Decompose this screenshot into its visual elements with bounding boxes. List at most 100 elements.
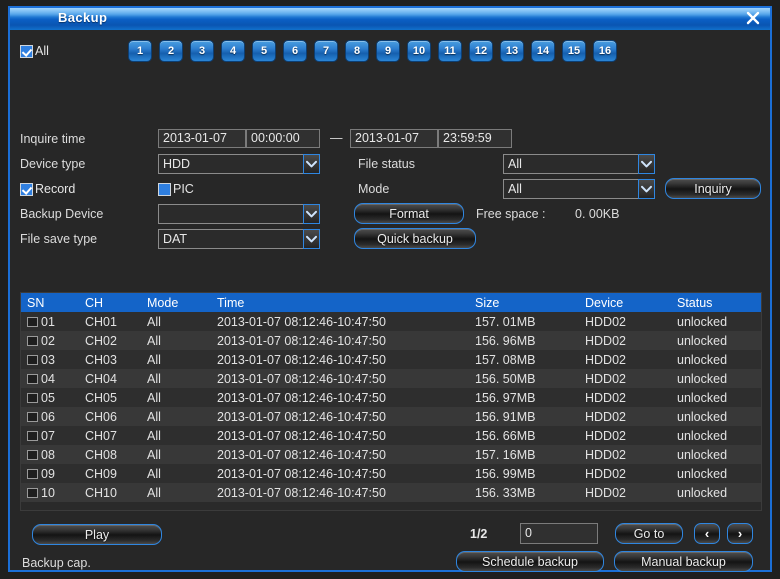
mode-label: Mode (358, 182, 390, 196)
row-sn-cell: 02 (21, 331, 79, 350)
row-checkbox[interactable] (27, 392, 38, 403)
row-ch: CH03 (79, 350, 141, 369)
inquiry-button[interactable]: Inquiry (665, 178, 761, 199)
file-save-type-label: File save type (20, 232, 98, 246)
goto-button[interactable]: Go to (615, 523, 683, 544)
file-status-label: File status (358, 157, 415, 171)
channel-button-9[interactable]: 9 (376, 40, 400, 62)
channel-button-10[interactable]: 10 (407, 40, 431, 62)
table-row[interactable]: 07 CH07 All 2013-01-07 08:12:46-10:47:50… (21, 426, 761, 445)
start-date-input[interactable]: 2013-01-07 (158, 129, 246, 148)
channel-button-5[interactable]: 5 (252, 40, 276, 62)
manual-backup-button[interactable]: Manual backup (614, 551, 753, 572)
row-checkbox[interactable] (27, 335, 38, 346)
row-size: 156. 96MB (469, 331, 579, 350)
table-row[interactable]: 01 CH01 All 2013-01-07 08:12:46-10:47:50… (21, 312, 761, 331)
row-sn-text: 01 (41, 314, 55, 329)
row-sn-cell: 08 (21, 445, 79, 464)
column-header-time[interactable]: Time (211, 293, 469, 312)
bottom-controls: Play Backup cap. 1/2 0 Go to ‹ › Schedul… (10, 518, 770, 579)
table-row[interactable]: 09 CH09 All 2013-01-07 08:12:46-10:47:50… (21, 464, 761, 483)
table-row[interactable]: 04 CH04 All 2013-01-07 08:12:46-10:47:50… (21, 369, 761, 388)
query-form: Inquire time 2013-01-07 00:00:00 — 2013-… (10, 88, 770, 284)
end-time-input[interactable]: 23:59:59 (438, 129, 512, 148)
table-row[interactable]: 05 CH05 All 2013-01-07 08:12:46-10:47:50… (21, 388, 761, 407)
channel-button-8[interactable]: 8 (345, 40, 369, 62)
column-header-mode[interactable]: Mode (141, 293, 211, 312)
all-checkbox-box[interactable] (20, 44, 33, 58)
column-header-ch[interactable]: CH (79, 293, 141, 312)
row-mode: All (141, 445, 211, 464)
goto-page-input[interactable]: 0 (520, 523, 598, 544)
backup-device-select[interactable] (158, 204, 320, 224)
channel-button-1[interactable]: 1 (128, 40, 152, 62)
row-status: unlocked (671, 388, 761, 407)
row-checkbox[interactable] (27, 449, 38, 460)
channel-button-14[interactable]: 14 (531, 40, 555, 62)
channel-button-12[interactable]: 12 (469, 40, 493, 62)
start-time-input[interactable]: 00:00:00 (246, 129, 320, 148)
backup-device-label: Backup Device (20, 207, 104, 221)
schedule-backup-button[interactable]: Schedule backup (456, 551, 604, 572)
row-mode: All (141, 388, 211, 407)
chevron-down-icon (638, 179, 655, 199)
backup-file-table: SN CH Mode Time Size Device Status 01 CH (20, 292, 762, 511)
previous-page-button[interactable]: ‹ (694, 523, 720, 544)
all-channels-checkbox[interactable]: All (20, 44, 49, 58)
file-save-type-value: DAT (158, 229, 303, 249)
next-page-button[interactable]: › (727, 523, 753, 544)
table-row[interactable]: 08 CH08 All 2013-01-07 08:12:46-10:47:50… (21, 445, 761, 464)
play-button[interactable]: Play (32, 524, 162, 545)
row-checkbox[interactable] (27, 430, 38, 441)
row-size: 156. 33MB (469, 483, 579, 502)
column-header-device[interactable]: Device (579, 293, 671, 312)
channel-button-2[interactable]: 2 (159, 40, 183, 62)
backup-cap-label: Backup cap. (22, 556, 91, 570)
file-save-type-select[interactable]: DAT (158, 229, 320, 249)
close-icon[interactable] (744, 9, 762, 27)
table-row[interactable]: 03 CH03 All 2013-01-07 08:12:46-10:47:50… (21, 350, 761, 369)
row-checkbox[interactable] (27, 373, 38, 384)
row-device: HDD02 (579, 388, 671, 407)
row-sn-cell: 09 (21, 464, 79, 483)
row-checkbox[interactable] (27, 316, 38, 327)
record-checkbox-box[interactable] (20, 182, 33, 196)
row-checkbox[interactable] (27, 487, 38, 498)
row-checkbox[interactable] (27, 468, 38, 479)
pic-checkbox[interactable]: PIC (158, 182, 194, 196)
table-row[interactable]: 10 CH10 All 2013-01-07 08:12:46-10:47:50… (21, 483, 761, 502)
end-date-input[interactable]: 2013-01-07 (350, 129, 438, 148)
mode-select[interactable]: All (503, 179, 655, 199)
quick-backup-button[interactable]: Quick backup (354, 228, 476, 249)
row-device: HDD02 (579, 350, 671, 369)
channel-button-11[interactable]: 11 (438, 40, 462, 62)
channel-button-4[interactable]: 4 (221, 40, 245, 62)
channel-button-3[interactable]: 3 (190, 40, 214, 62)
row-status: unlocked (671, 445, 761, 464)
row-checkbox[interactable] (27, 354, 38, 365)
channel-button-13[interactable]: 13 (500, 40, 524, 62)
column-header-sn[interactable]: SN (21, 293, 79, 312)
row-ch: CH07 (79, 426, 141, 445)
channel-button-15[interactable]: 15 (562, 40, 586, 62)
column-header-status[interactable]: Status (671, 293, 761, 312)
row-sn-cell: 05 (21, 388, 79, 407)
table-row[interactable]: 02 CH02 All 2013-01-07 08:12:46-10:47:50… (21, 331, 761, 350)
row-size: 157. 01MB (469, 312, 579, 331)
row-ch: CH01 (79, 312, 141, 331)
channel-button-7[interactable]: 7 (314, 40, 338, 62)
table-row[interactable]: 06 CH06 All 2013-01-07 08:12:46-10:47:50… (21, 407, 761, 426)
row-sn-text: 07 (41, 428, 55, 443)
row-device: HDD02 (579, 407, 671, 426)
row-checkbox[interactable] (27, 411, 38, 422)
record-checkbox[interactable]: Record (20, 182, 75, 196)
column-header-size[interactable]: Size (469, 293, 579, 312)
row-ch: CH10 (79, 483, 141, 502)
device-type-select[interactable]: HDD (158, 154, 320, 174)
pic-checkbox-box[interactable] (158, 182, 171, 196)
row-device: HDD02 (579, 445, 671, 464)
file-status-select[interactable]: All (503, 154, 655, 174)
format-button[interactable]: Format (354, 203, 464, 224)
channel-button-16[interactable]: 16 (593, 40, 617, 62)
channel-button-6[interactable]: 6 (283, 40, 307, 62)
